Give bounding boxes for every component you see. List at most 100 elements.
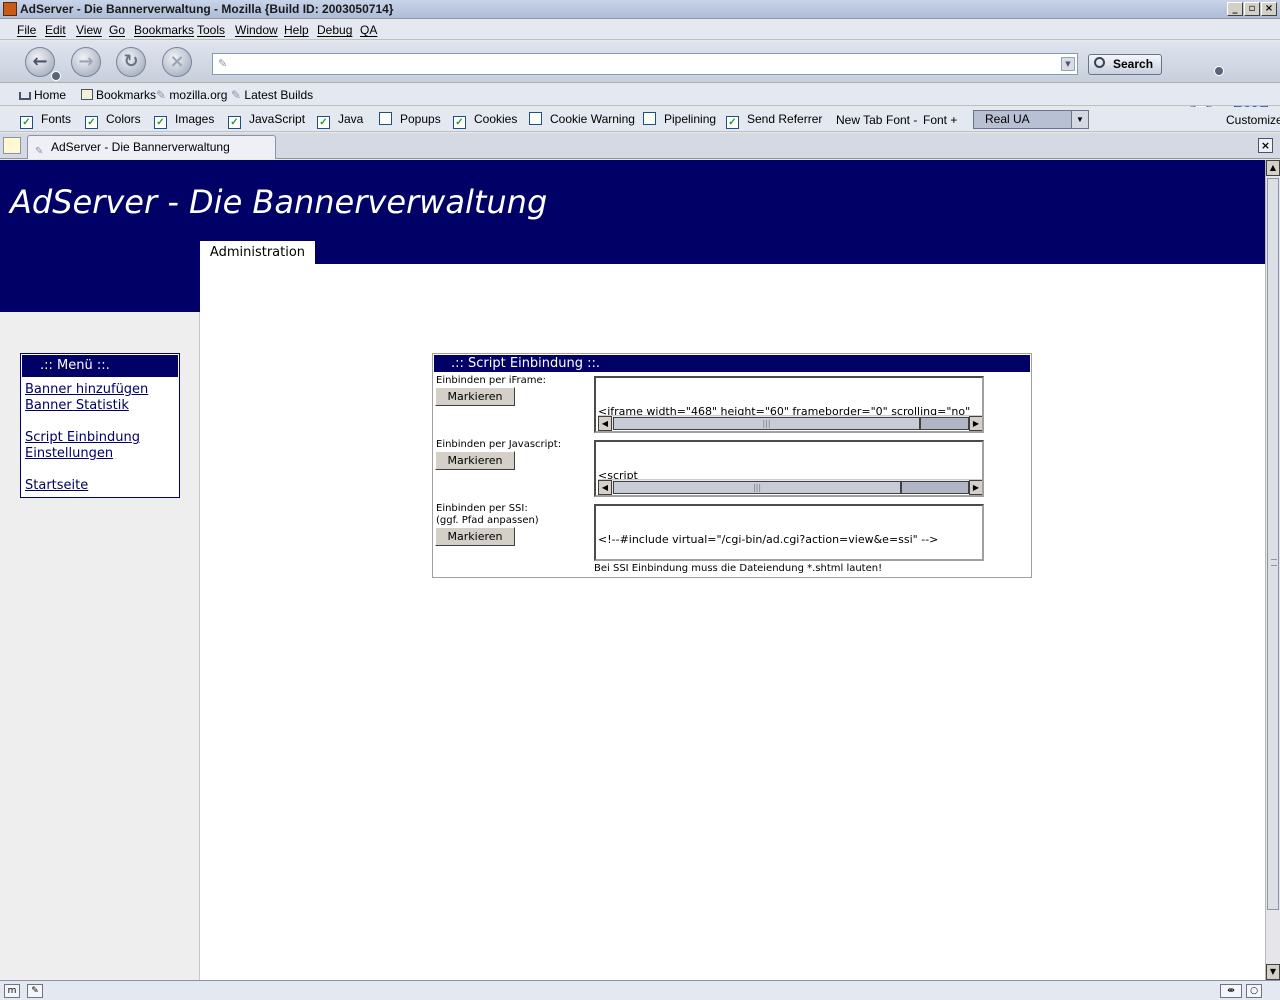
pref-popups[interactable]: Popups [379, 112, 441, 126]
scroll-right-icon[interactable]: ▶ [969, 416, 982, 431]
checkbox[interactable] [529, 112, 542, 125]
stop-icon[interactable]: × [162, 47, 192, 77]
new-tab-icon[interactable] [3, 137, 21, 154]
composer-icon[interactable]: ✎ [27, 984, 43, 998]
scroll-track[interactable] [920, 417, 969, 430]
search-button[interactable]: Search [1088, 54, 1162, 75]
pref-fonts[interactable]: ✓ Fonts [20, 112, 71, 129]
checkbox[interactable] [379, 112, 392, 125]
scroll-left-icon[interactable]: ◀ [598, 416, 612, 431]
pref-cookies[interactable]: ✓ Cookies [453, 112, 517, 129]
menu-link-banner-hinzufuegen[interactable]: Banner hinzufügen [25, 382, 148, 397]
menu-file[interactable]: File [17, 23, 36, 37]
menu-bar: File Edit View Go Bookmarks Tools Window… [0, 20, 1280, 40]
close-tab-icon[interactable]: × [1258, 138, 1273, 153]
pref-label: Pipelining [664, 112, 717, 126]
scroll-thumb[interactable]: ||| [613, 481, 901, 494]
menu-link-banner-statistik[interactable]: Banner Statistik [25, 398, 129, 413]
iframe-code-textarea[interactable]: <iframe width="468" height="60" framebor… [594, 376, 984, 433]
scroll-thumb[interactable] [1267, 178, 1279, 910]
security-lock-icon[interactable]: ○ [1246, 984, 1262, 998]
home-icon [19, 92, 31, 100]
reload-icon[interactable]: ↻ [116, 47, 146, 77]
mark-javascript-button[interactable]: Markieren [435, 451, 515, 470]
pref-label: Java [338, 112, 364, 126]
horizontal-scrollbar[interactable]: ◀ ||| ▶ [598, 415, 982, 431]
pref-javascript[interactable]: ✓ JavaScript [228, 112, 305, 129]
pref-images[interactable]: ✓ Images [154, 112, 214, 129]
tab-administration[interactable]: Administration [200, 241, 315, 264]
pref-label: Popups [400, 112, 441, 126]
font-plus-button[interactable]: Font + [923, 113, 957, 127]
vertical-scrollbar[interactable]: ▲ ▼ [1265, 160, 1280, 980]
online-status-icon[interactable]: ⇼ [1220, 984, 1242, 998]
horizontal-scrollbar[interactable]: ◀ ||| ▶ [598, 479, 982, 495]
checkbox[interactable]: ✓ [85, 116, 98, 129]
scroll-left-icon[interactable]: ◀ [598, 480, 612, 495]
customize-button[interactable]: Customize [1226, 113, 1280, 127]
checkbox[interactable]: ✓ [453, 116, 466, 129]
pref-pipelining[interactable]: Pipelining [643, 112, 716, 126]
menu-view[interactable]: View [76, 23, 102, 37]
menu-edit[interactable]: Edit [45, 23, 66, 37]
pref-java[interactable]: ✓ Java [317, 112, 363, 129]
scroll-track[interactable] [901, 481, 969, 494]
back-dropdown-icon[interactable] [51, 71, 61, 81]
menu-bookmarks[interactable]: Bookmarks [134, 23, 194, 37]
pref-label: Fonts [41, 112, 72, 126]
menu-link-einstellungen[interactable]: Einstellungen [25, 446, 113, 461]
menu-window[interactable]: Window [235, 23, 278, 37]
navigator-icon[interactable]: m [4, 984, 20, 998]
home-button[interactable]: Home [19, 88, 66, 102]
checkbox[interactable]: ✓ [154, 116, 167, 129]
checkbox[interactable]: ✓ [317, 116, 330, 129]
checkbox[interactable] [643, 112, 656, 125]
tab-adserver[interactable]: ✎ AdServer - Die Bannerverwaltung [27, 135, 276, 159]
mark-iframe-button[interactable]: Markieren [435, 387, 515, 406]
panel-heading: .:: Script Einbindung ::. [434, 355, 1030, 372]
menu-link-startseite[interactable]: Startseite [25, 478, 88, 493]
minimize-button[interactable]: _ [1227, 2, 1243, 16]
search-button-label: Search [1113, 57, 1154, 71]
site-header: AdServer - Die Bannerverwaltung Administ… [0, 160, 1265, 264]
pref-label: Send Referrer [747, 112, 823, 126]
checkbox[interactable]: ✓ [228, 116, 241, 129]
checkbox[interactable]: ✓ [20, 116, 33, 129]
url-bar[interactable]: ✎ ▼ [212, 53, 1078, 75]
menu-qa[interactable]: QA [360, 23, 377, 37]
pref-colors[interactable]: ✓ Colors [85, 112, 141, 129]
url-dropdown-icon[interactable]: ▼ [1061, 57, 1075, 71]
forward-arrow-icon[interactable]: → [71, 47, 101, 77]
menu-link-script-einbindung[interactable]: Script Einbindung [25, 430, 140, 445]
checkbox[interactable]: ✓ [726, 116, 739, 129]
back-arrow-icon[interactable]: ← [25, 47, 55, 77]
new-tab-button[interactable]: New Tab [836, 113, 882, 127]
menu-help[interactable]: Help [284, 23, 309, 37]
mark-ssi-button[interactable]: Markieren [435, 527, 515, 546]
menu-debug[interactable]: Debug [317, 23, 352, 37]
mozilla-org-link[interactable]: ✎ mozilla.org [156, 88, 227, 102]
ssi-code: <!--#include virtual="/cgi-bin/ad.cgi?ac… [598, 533, 939, 546]
javascript-code-textarea[interactable]: <script src="http://www.coder-world.de/c… [594, 440, 984, 497]
scroll-thumb[interactable]: ||| [613, 417, 920, 430]
bookmark-icon: ✎ [156, 88, 167, 102]
menu-heading: .:: Menü ::. [22, 355, 178, 377]
pref-cookie-warning[interactable]: Cookie Warning [529, 112, 635, 126]
bookmarks-button[interactable]: Bookmarks [81, 88, 156, 102]
font-minus-button[interactable]: Font - [886, 113, 917, 127]
scroll-up-icon[interactable]: ▲ [1266, 160, 1280, 176]
print-dropdown-icon[interactable] [1214, 66, 1224, 76]
pref-send-referrer[interactable]: ✓ Send Referrer [726, 112, 822, 129]
close-window-button[interactable]: × [1261, 2, 1277, 16]
scroll-right-icon[interactable]: ▶ [969, 480, 982, 495]
chevron-down-icon[interactable]: ▼ [1071, 111, 1088, 128]
user-agent-select[interactable]: Real UA ▼ [973, 110, 1089, 129]
ssi-code-textarea[interactable]: <!--#include virtual="/cgi-bin/ad.cgi?ac… [594, 504, 984, 561]
latest-builds-link[interactable]: ✎ Latest Builds [231, 88, 313, 102]
menu-tools[interactable]: Tools [197, 23, 225, 37]
search-icon [1094, 57, 1105, 68]
scroll-down-icon[interactable]: ▼ [1266, 964, 1280, 980]
maximize-button[interactable]: ▫ [1244, 2, 1260, 16]
folder-icon [81, 89, 93, 100]
menu-go[interactable]: Go [109, 23, 125, 37]
